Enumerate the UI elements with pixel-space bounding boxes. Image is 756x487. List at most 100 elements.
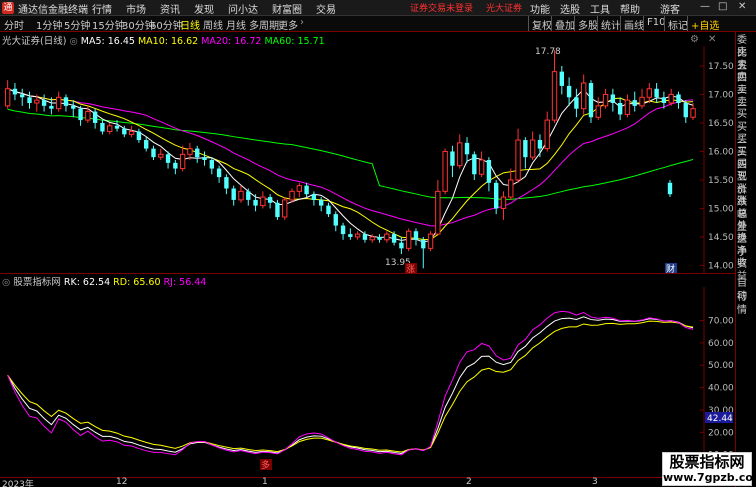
candle[interactable] bbox=[595, 97, 601, 121]
candle[interactable] bbox=[71, 100, 76, 118]
candle[interactable] bbox=[275, 199, 280, 220]
menu-zixun[interactable]: 资讯 bbox=[160, 1, 180, 16]
candle[interactable] bbox=[179, 145, 186, 172]
candle[interactable] bbox=[457, 134, 463, 169]
candle[interactable] bbox=[12, 83, 18, 101]
menu-shichang[interactable]: 市场 bbox=[126, 1, 146, 16]
tab-weekly[interactable]: 周线 bbox=[203, 17, 223, 32]
candle[interactable] bbox=[27, 91, 32, 109]
candle[interactable] bbox=[136, 128, 142, 143]
candle[interactable] bbox=[267, 194, 273, 209]
candle[interactable] bbox=[63, 94, 69, 112]
candle[interactable] bbox=[78, 105, 83, 126]
tab-fenshi[interactable]: 分时 bbox=[4, 17, 24, 32]
candle[interactable] bbox=[523, 137, 528, 169]
candle[interactable] bbox=[202, 151, 207, 166]
candle[interactable] bbox=[559, 65, 564, 95]
candle[interactable] bbox=[683, 100, 688, 123]
chart-close-icon[interactable]: ✕ bbox=[708, 34, 716, 45]
candle[interactable] bbox=[690, 103, 696, 121]
candle[interactable] bbox=[296, 182, 302, 198]
candle[interactable] bbox=[632, 91, 637, 112]
candle[interactable] bbox=[304, 182, 309, 198]
candle[interactable] bbox=[646, 83, 652, 103]
candle[interactable] bbox=[246, 188, 251, 206]
candle[interactable] bbox=[20, 88, 25, 106]
candle[interactable] bbox=[494, 179, 499, 215]
candle[interactable] bbox=[333, 211, 338, 232]
candle[interactable] bbox=[610, 88, 616, 112]
menu-wenxiaoda[interactable]: 问小达 bbox=[228, 1, 258, 16]
candle[interactable] bbox=[158, 148, 164, 160]
tab-60min[interactable]: 60分钟 bbox=[150, 17, 183, 32]
candle[interactable] bbox=[377, 234, 382, 243]
candle[interactable] bbox=[216, 165, 222, 183]
candle[interactable] bbox=[676, 91, 681, 109]
candle[interactable] bbox=[319, 197, 324, 212]
candle[interactable] bbox=[209, 157, 214, 175]
candle[interactable] bbox=[566, 77, 572, 106]
menu-gongneng[interactable]: 功能 bbox=[530, 1, 550, 16]
tab-monthly[interactable]: 月线 bbox=[226, 17, 246, 32]
close-icon[interactable]: ✕ bbox=[738, 1, 746, 12]
candle[interactable] bbox=[354, 231, 361, 240]
candle[interactable] bbox=[581, 74, 587, 115]
candle[interactable] bbox=[384, 231, 390, 243]
tab-15min[interactable]: 15分钟 bbox=[92, 17, 125, 32]
candle[interactable] bbox=[231, 185, 236, 206]
candle[interactable] bbox=[41, 94, 47, 112]
indicator-chart[interactable]: 70.0060.0050.0040.0030.0020.0010.00 42.4… bbox=[0, 287, 735, 477]
candle[interactable] bbox=[668, 88, 674, 106]
candle[interactable] bbox=[464, 137, 470, 163]
candle[interactable] bbox=[486, 157, 492, 192]
candle[interactable] bbox=[478, 151, 485, 178]
user-guest[interactable]: 游客 bbox=[660, 1, 680, 16]
menu-faxian[interactable]: 发现 bbox=[194, 1, 214, 16]
candle[interactable] bbox=[602, 88, 609, 109]
candle[interactable] bbox=[144, 137, 149, 152]
candle[interactable] bbox=[413, 228, 419, 246]
menu-bangzhu[interactable]: 帮助 bbox=[620, 1, 640, 16]
candle[interactable] bbox=[151, 145, 156, 160]
menu-xuangu[interactable]: 选股 bbox=[560, 1, 580, 16]
candle[interactable] bbox=[508, 168, 514, 200]
login-notice[interactable]: 证券交易未登录 bbox=[410, 1, 473, 14]
candle[interactable] bbox=[4, 80, 11, 109]
candle[interactable] bbox=[667, 179, 673, 198]
candle[interactable] bbox=[639, 88, 645, 109]
menu-jiaoyi[interactable]: 交易 bbox=[316, 1, 336, 16]
candle[interactable] bbox=[537, 134, 543, 158]
tab-multi-period[interactable]: 多周期 bbox=[249, 17, 279, 32]
tab-1min[interactable]: 1分钟 bbox=[36, 17, 62, 32]
broker-name[interactable]: 光大证券 bbox=[486, 1, 522, 14]
minimize-icon[interactable]: — bbox=[700, 1, 710, 12]
tab-5min[interactable]: 5分钟 bbox=[64, 17, 90, 32]
candle[interactable] bbox=[128, 125, 135, 138]
indicator-panel-label[interactable]: 行情 bbox=[737, 291, 756, 318]
candle[interactable] bbox=[450, 145, 455, 178]
candle[interactable] bbox=[435, 179, 441, 235]
candle[interactable] bbox=[173, 160, 178, 175]
candle[interactable] bbox=[588, 80, 594, 123]
menu-gongju[interactable]: 工具 bbox=[590, 1, 610, 16]
menu-hangqing[interactable]: 行情 bbox=[92, 1, 112, 16]
candle[interactable] bbox=[406, 228, 412, 252]
more-chevron-icon[interactable]: › bbox=[300, 17, 304, 28]
candle[interactable] bbox=[544, 111, 550, 152]
tab-more[interactable]: 更多 bbox=[278, 17, 298, 32]
candle[interactable] bbox=[617, 97, 623, 121]
candle[interactable] bbox=[100, 120, 105, 135]
menu-caifuquan[interactable]: 财富圈 bbox=[272, 1, 302, 16]
candlestick-chart[interactable]: 17.50 17.00 16.50 16.00 15.50 15.00 14.50 14.00… bbox=[0, 46, 735, 274]
candle[interactable] bbox=[427, 231, 434, 252]
candle[interactable] bbox=[92, 108, 98, 129]
candle[interactable] bbox=[260, 191, 266, 209]
candle[interactable] bbox=[238, 185, 244, 203]
candle[interactable] bbox=[195, 145, 200, 163]
candle[interactable] bbox=[282, 197, 288, 220]
candle[interactable] bbox=[253, 194, 258, 212]
candle[interactable] bbox=[421, 236, 426, 269]
candle[interactable] bbox=[224, 174, 229, 195]
candle[interactable] bbox=[472, 151, 477, 180]
candle[interactable] bbox=[348, 228, 353, 240]
